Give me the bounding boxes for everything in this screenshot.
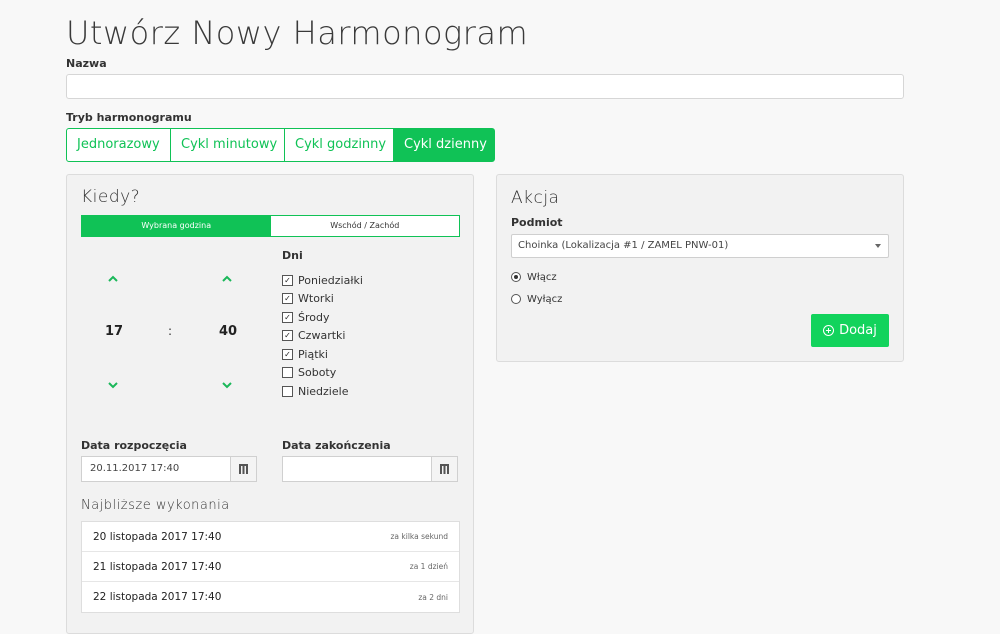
minute-up-icon[interactable] <box>221 274 233 286</box>
action-options: Włącz Wyłącz <box>511 266 562 310</box>
checkbox-checked-icon[interactable]: ✓ <box>282 330 293 342</box>
option-on[interactable]: Włącz <box>511 266 562 288</box>
hour-up-icon[interactable] <box>107 274 119 286</box>
subject-select[interactable]: Choinka (Lokalizacja #1 / ZAMEL PNW-01) <box>511 234 889 258</box>
list-item: 20 listopada 2017 17:40 za kilka sekund <box>82 522 459 552</box>
checkbox-checked-icon[interactable]: ✓ <box>282 293 293 305</box>
radio-selected-icon[interactable] <box>511 272 521 282</box>
end-date-label: Data zakończenia <box>282 439 391 452</box>
next-runs-list: 20 listopada 2017 17:40 za kilka sekund … <box>81 521 460 613</box>
start-date-input[interactable]: 20.11.2017 17:40 <box>81 456 231 482</box>
day-tuesday[interactable]: ✓ Wtorki <box>282 290 452 309</box>
action-title: Akcja <box>511 188 560 208</box>
time-separator: : <box>168 324 173 338</box>
days-list: ✓ Poniedziałki ✓ Wtorki ✓ Środy ✓ Czwartki ✓… <box>282 271 452 401</box>
calendar-icon <box>239 464 248 474</box>
checkbox-checked-icon[interactable]: ✓ <box>282 311 293 323</box>
mode-button-group: Jednorazowy Cykl minutowy Cykl godzinny … <box>66 128 495 162</box>
caret-down-icon <box>875 244 881 248</box>
hour-value[interactable]: 17 <box>105 324 123 339</box>
mode-button-minute[interactable]: Cykl minutowy <box>170 128 285 162</box>
radio-unselected-icon[interactable] <box>511 294 521 304</box>
checkbox-unchecked-icon[interactable] <box>282 367 293 379</box>
mode-button-once[interactable]: Jednorazowy <box>66 128 171 162</box>
checkbox-checked-icon[interactable]: ✓ <box>282 274 293 286</box>
option-off[interactable]: Wyłącz <box>511 288 562 310</box>
day-monday[interactable]: ✓ Poniedziałki <box>282 271 452 290</box>
calendar-icon <box>440 464 449 474</box>
tab-sunrise-sunset[interactable]: Wschód / Zachód <box>271 216 460 236</box>
end-date-calendar-button[interactable] <box>432 456 458 482</box>
when-title: Kiedy? <box>81 187 141 207</box>
checkbox-unchecked-icon[interactable] <box>282 385 293 397</box>
end-date-input[interactable] <box>282 456 432 482</box>
hour-down-icon[interactable] <box>107 380 119 392</box>
name-input[interactable] <box>66 74 904 99</box>
list-item: 21 listopada 2017 17:40 za 1 dzień <box>82 552 459 582</box>
minute-value[interactable]: 40 <box>219 324 237 339</box>
add-button[interactable]: Dodaj <box>811 314 889 347</box>
mode-button-hour[interactable]: Cykl godzinny <box>284 128 394 162</box>
start-date-label: Data rozpoczęcia <box>81 439 187 452</box>
list-item: 22 listopada 2017 17:40 za 2 dni <box>93 591 448 603</box>
day-thursday[interactable]: ✓ Czwartki <box>282 327 452 346</box>
checkbox-checked-icon[interactable]: ✓ <box>282 348 293 360</box>
page-title: Utwórz Nowy Harmonogram <box>66 14 529 52</box>
plus-circle-icon <box>823 325 835 336</box>
mode-button-day[interactable]: Cykl dzienny <box>393 128 495 162</box>
minute-down-icon[interactable] <box>221 380 233 392</box>
day-sunday[interactable]: Niedziele <box>282 382 452 401</box>
day-wednesday[interactable]: ✓ Środy <box>282 308 452 327</box>
start-date-calendar-button[interactable] <box>231 456 257 482</box>
day-saturday[interactable]: Soboty <box>282 364 452 383</box>
name-label: Nazwa <box>66 57 107 70</box>
next-runs-title: Najbliższe wykonania <box>81 498 230 513</box>
tab-selected-hour[interactable]: Wybrana godzina <box>82 216 271 236</box>
when-tabs: Wybrana godzina Wschód / Zachód <box>81 215 460 237</box>
day-friday[interactable]: ✓ Piątki <box>282 345 452 364</box>
mode-label: Tryb harmonogramu <box>66 111 192 124</box>
subject-label: Podmiot <box>511 216 563 229</box>
days-label: Dni <box>282 249 303 262</box>
